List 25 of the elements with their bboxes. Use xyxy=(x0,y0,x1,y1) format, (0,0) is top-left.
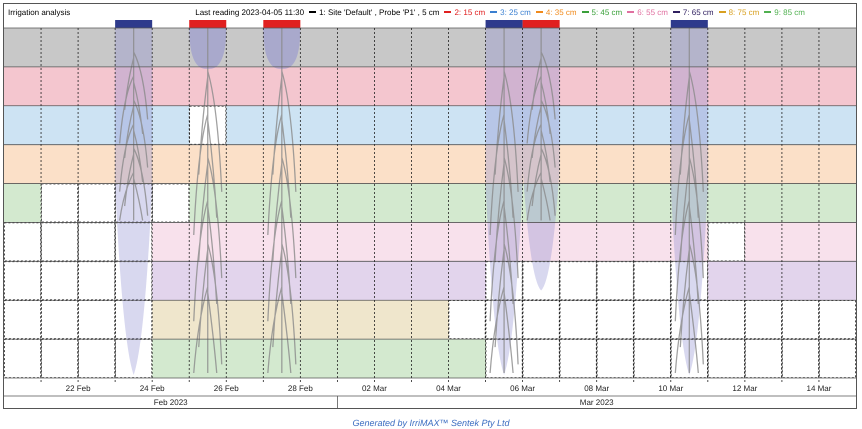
date-label: 12 Mar xyxy=(732,384,758,393)
date-label: 24 Feb xyxy=(140,384,165,393)
legend-label: 4: 35 cm xyxy=(546,8,577,16)
date-label: 02 Mar xyxy=(362,384,387,393)
date-label: 06 Mar xyxy=(510,384,536,393)
legend-label: 2: 15 cm xyxy=(454,8,486,16)
legend-label: 5: 45 cm xyxy=(592,8,622,16)
date-label: 08 Mar xyxy=(584,384,610,393)
month-label: Feb 2023 xyxy=(154,398,188,407)
last-reading: Last reading 2023-04-05 11:30 xyxy=(195,8,304,16)
legend-label: 7: 65 cm xyxy=(682,8,714,16)
date-label: 10 Mar xyxy=(658,384,684,393)
date-label: 04 Mar xyxy=(436,384,461,393)
month-label: Mar 2023 xyxy=(580,398,614,407)
legend-label: 1: Site 'Default' , Probe 'P1' , 5 cm xyxy=(319,8,440,16)
date-label: 22 Feb xyxy=(66,384,91,393)
legend-label: 8: 75 cm xyxy=(728,8,760,16)
legend-label: 3: 25 cm xyxy=(500,8,531,16)
date-label: 28 Feb xyxy=(288,384,313,393)
legend-label: 6: 55 cm xyxy=(637,8,668,16)
legend-label: 9: 85 cm xyxy=(774,8,805,16)
footer-credit: Generated by IrriMAX™ Sentek Pty Ltd xyxy=(351,418,511,428)
chart-title: Irrigation analysis xyxy=(8,8,70,16)
date-label: 14 Mar xyxy=(806,384,832,393)
date-label: 26 Feb xyxy=(214,384,239,393)
